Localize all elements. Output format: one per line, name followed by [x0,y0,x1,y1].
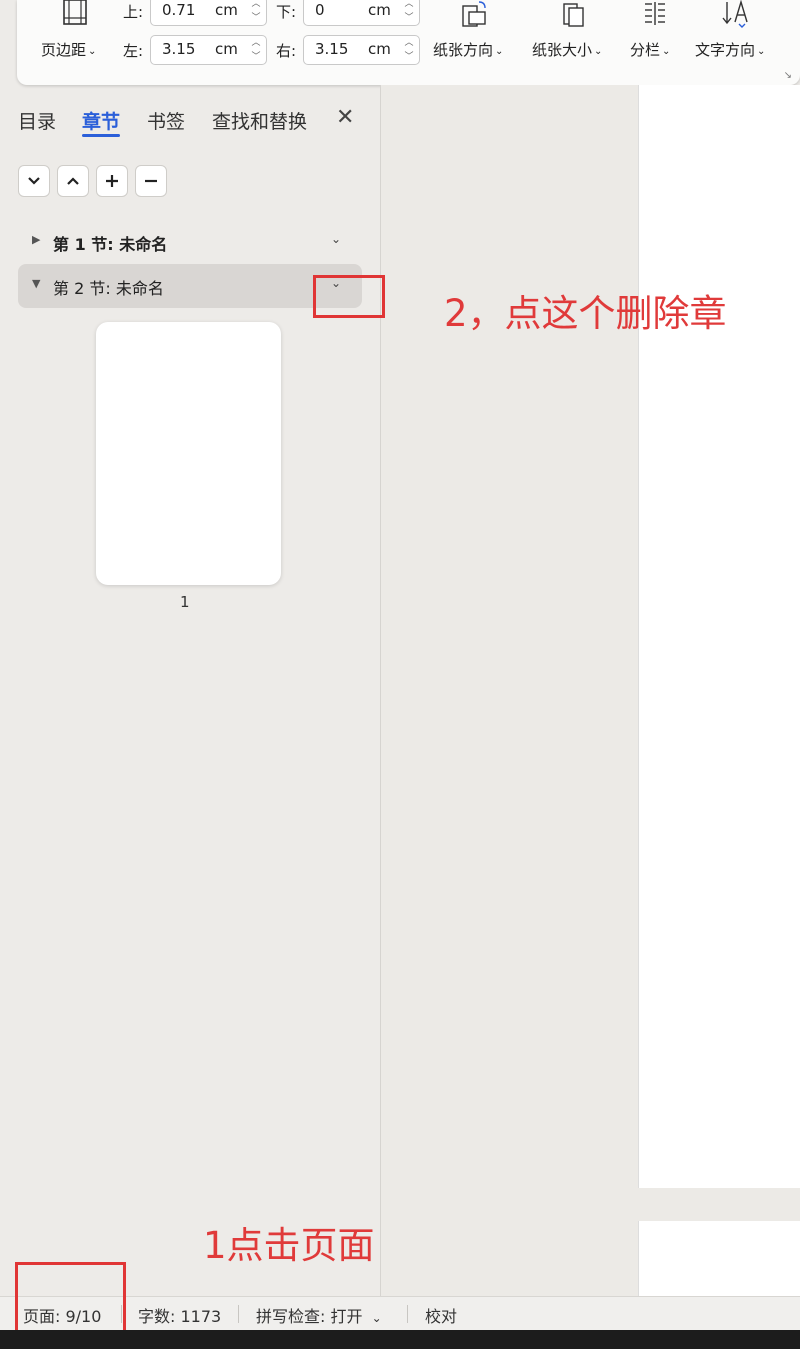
page-thumbnail[interactable] [96,322,281,585]
columns-dropdown[interactable]: 分栏 ⌄ [630,39,670,60]
chevron-up-icon [67,177,79,185]
columns-label: 分栏 [630,41,661,59]
dialog-launcher-icon[interactable]: ↘ [784,70,792,81]
section-item-2[interactable]: ▼ 第 2 节: 未命名 ⌄ [18,264,362,308]
orientation-label: 纸张方向 [433,41,494,59]
top-margin-value: 0.71 [162,1,196,19]
divider [407,1305,408,1323]
chevron-down-icon: ⌄ [757,46,766,57]
tab-bookmarks[interactable]: 书签 [147,107,185,134]
tab-find-replace[interactable]: 查找和替换 [212,107,307,134]
move-section-up-button[interactable] [57,165,89,197]
top-margin-label: 上: [123,3,144,21]
paper-size-icon[interactable] [560,0,588,28]
close-panel-button[interactable]: ✕ [336,105,354,130]
annotation-delete-section: 2，点这个删除章 [444,292,727,335]
chevron-down-icon [28,177,40,185]
bottom-margin-value: 0 [315,1,325,19]
expand-triangle-icon[interactable]: ▶ [32,233,40,246]
page-thumbnail-number: 1 [180,593,190,611]
section-item-1[interactable]: ▶ 第 1 节: 未命名 ⌄ [18,220,362,264]
margins-icon[interactable] [61,0,89,26]
right-margin-value: 3.15 [315,40,349,58]
bottom-margin-field[interactable]: 0 cm ︿ ﹀ [303,0,420,26]
document-page[interactable] [638,85,800,1188]
left-margin-label: 左: [123,42,144,60]
navigation-panel: 目录 章节 书签 查找和替换 ✕ ▶ 第 1 节: 未命名 ⌄ ▼ 第 2 节:… [0,85,380,1296]
paper-size-label: 纸张大小 [532,41,593,59]
chevron-down-icon: ⌄ [371,1311,382,1325]
spin-down-icon[interactable]: ﹀ [251,51,260,63]
section-menu-chevron-icon[interactable]: ⌄ [331,232,341,246]
text-direction-label: 文字方向 [695,41,756,59]
left-margin-unit: cm [215,40,238,58]
section-title: 第 2 节: 未命名 [53,279,164,298]
tab-toc[interactable]: 目录 [18,107,56,134]
add-section-button[interactable] [96,165,128,197]
taskbar [0,1330,800,1349]
chevron-down-icon: ⌄ [495,46,504,57]
spin-down-icon[interactable]: ﹀ [251,12,260,24]
bottom-margin-unit: cm [368,1,391,19]
divider [238,1305,239,1323]
chevron-down-icon: ⌄ [662,46,671,57]
spin-up-icon[interactable]: ︿ [404,0,413,10]
right-margin-unit: cm [368,40,391,58]
active-tab-indicator [82,134,120,137]
spin-up-icon[interactable]: ︿ [251,37,260,49]
orientation-dropdown[interactable]: 纸张方向 ⌄ [433,39,503,60]
text-direction-icon[interactable] [721,0,753,28]
spin-down-icon[interactable]: ﹀ [404,51,413,63]
minus-icon [145,179,157,183]
annotation-click-page: 1点击页面 [203,1224,375,1267]
bottom-margin-label: 下: [276,3,297,21]
remove-section-button[interactable] [135,165,167,197]
spellcheck-toggle[interactable]: 拼写检查: 打开 ⌄ [256,1303,382,1327]
columns-icon[interactable] [641,0,669,28]
top-margin-unit: cm [215,1,238,19]
right-margin-label: 右: [276,42,297,60]
tab-sections[interactable]: 章节 [82,107,120,134]
spin-up-icon[interactable]: ︿ [404,37,413,49]
margins-dropdown[interactable]: 页边距 ⌄ [41,39,96,60]
left-margin-field[interactable]: 3.15 cm ︿ ﹀ [150,35,267,65]
text-direction-dropdown[interactable]: 文字方向 ⌄ [695,39,765,60]
word-count[interactable]: 字数: 1173 [138,1303,221,1327]
plus-icon [106,175,118,187]
chevron-down-icon: ⌄ [88,46,97,57]
paper-size-dropdown[interactable]: 纸张大小 ⌄ [532,39,602,60]
proofread-button[interactable]: 校对 [425,1303,457,1327]
margins-label: 页边距 [41,41,87,59]
spin-up-icon[interactable]: ︿ [251,0,260,10]
orientation-icon[interactable] [459,0,489,28]
top-margin-field[interactable]: 0.71 cm ︿ ﹀ [150,0,267,26]
move-section-down-button[interactable] [18,165,50,197]
chevron-down-icon: ⌄ [594,46,603,57]
left-margin-value: 3.15 [162,40,196,58]
right-margin-field[interactable]: 3.15 cm ︿ ﹀ [303,35,420,65]
collapse-triangle-icon[interactable]: ▼ [32,277,40,290]
document-page-next[interactable] [638,1221,800,1296]
spellcheck-label: 拼写检查: 打开 [256,1307,363,1326]
annotation-box-section-menu [313,275,385,318]
spin-down-icon[interactable]: ﹀ [404,12,413,24]
section-title: 第 1 节: 未命名 [53,235,168,254]
page-layout-ribbon: 页边距 ⌄ 上: 0.71 cm ︿ ﹀ 下: 0 cm ︿ ﹀ 左: 3.15 cm… [17,0,800,85]
